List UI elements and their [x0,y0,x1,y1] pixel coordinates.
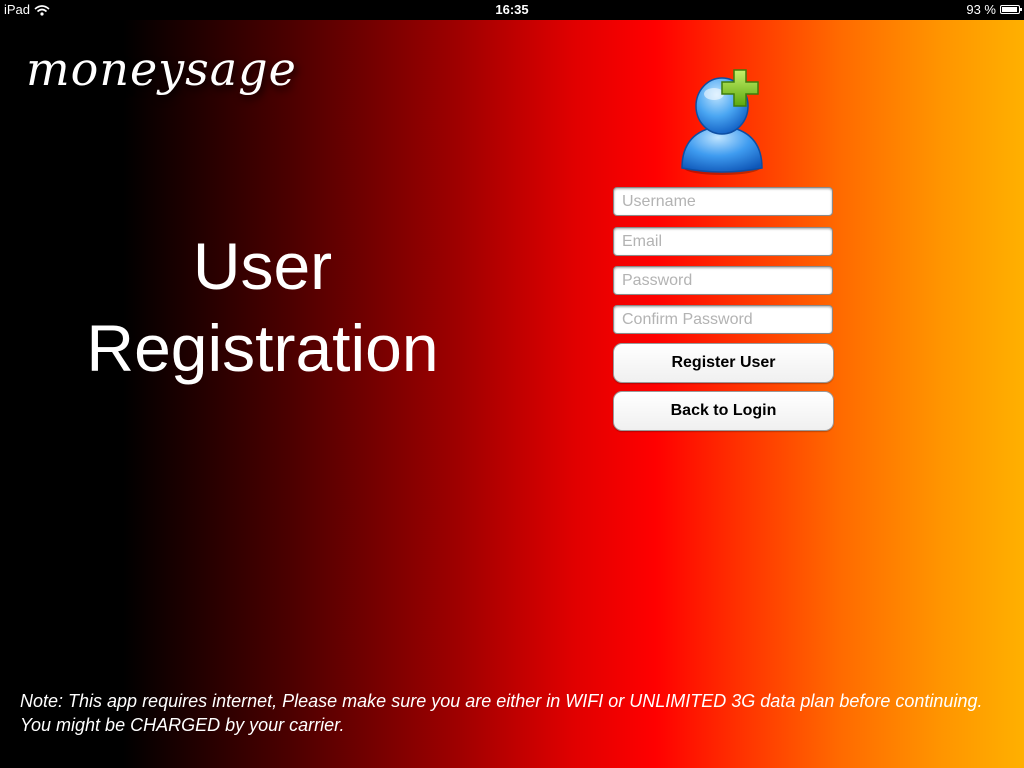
battery-icon [1000,5,1022,14]
app-screen: moneysage User Registration Username Ema… [0,20,1024,768]
add-user-icon [681,69,763,175]
battery-fill [1002,7,1017,12]
internet-note: Note: This app requires internet, Please… [20,691,983,735]
status-time: 16:35 [495,2,529,17]
status-bar: iPad 16:35 93 % [0,0,1024,20]
username-field[interactable] [613,187,833,216]
page-title-line1: User [192,229,333,303]
app-logo: moneysage [26,42,297,96]
email-field[interactable] [613,227,833,256]
battery-percent: 93 % [966,2,996,17]
page-title: User Registration [40,225,485,389]
page-title-line2: Registration [86,311,439,385]
confirm-password-field[interactable] [613,305,833,334]
status-right: 93 % [966,2,1022,17]
back-to-login-button[interactable]: Back to Login [613,391,834,431]
password-field[interactable] [613,266,833,295]
register-user-button[interactable]: Register User [613,343,834,383]
